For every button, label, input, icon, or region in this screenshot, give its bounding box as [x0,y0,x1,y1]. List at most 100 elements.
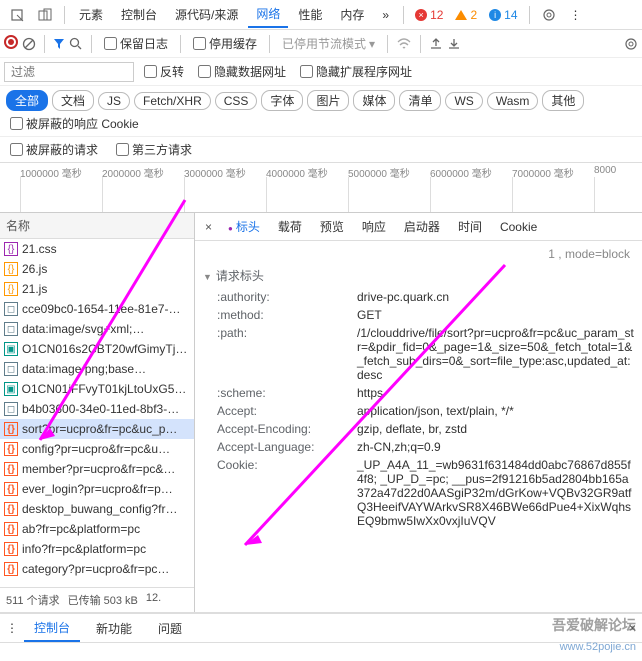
invert-filter[interactable]: 反转 [144,63,184,80]
timeline-tick: 6000000 毫秒 [430,165,492,180]
disable-cache-label: 停用缓存 [209,35,257,52]
blocked-requests[interactable]: 被屏蔽的请求 [10,141,98,158]
tab-network[interactable]: 网络 [248,1,288,28]
settings-icon[interactable] [536,4,562,26]
request-row[interactable]: {}info?fr=pc&platform=pc [0,539,194,559]
tab-performance[interactable]: 性能 [290,2,330,27]
header-row: Accept:application/json, text/plain, */* [195,402,642,420]
request-name: 21.js [22,282,47,296]
timeline[interactable]: 1000000 毫秒2000000 毫秒3000000 毫秒4000000 毫秒… [0,163,642,213]
upload-icon[interactable] [429,37,443,51]
record-button[interactable] [4,35,18,52]
request-row[interactable]: {} config?pr=ucpro&fr=pc&u… [0,439,194,459]
header-key: Cookie: [217,458,357,472]
device-icon[interactable] [32,4,58,26]
bottom-menu-icon[interactable]: ⋮ [6,621,18,635]
tab-sources[interactable]: 源代码/来源 [167,2,246,27]
tab-memory[interactable]: 内存 [332,2,372,27]
request-headers-section[interactable]: 请求标头 [195,263,642,288]
blocked-cookies[interactable]: 被屏蔽的响应 Cookie [10,115,139,132]
request-name: info?fr=pc&platform=pc [22,542,146,556]
request-name: O1CN01iFFvyT01kjLtoUxG5C… [22,382,190,396]
header-key: Accept-Language: [217,440,357,454]
filter-chip-JS[interactable]: JS [98,92,130,110]
clear-button[interactable] [22,37,36,51]
filter-chip-Wasm[interactable]: Wasm [487,92,539,110]
filter-chip-清单[interactable]: 清单 [399,90,441,111]
x-icon: {} [4,522,18,536]
x-icon: {} [4,442,18,456]
tab-cookies[interactable]: Cookie [492,216,545,238]
request-row[interactable]: {}ever_login?pr=ucpro&fr=p… [0,479,194,499]
bottom-tab-issues[interactable]: 问题 [148,616,192,641]
download-icon[interactable] [447,37,461,51]
name-column-header[interactable]: 名称 [0,213,194,239]
tab-response[interactable]: 响应 [354,214,394,239]
request-row[interactable]: {}21.css [0,239,194,259]
file-icon: ◻ [4,302,18,316]
wifi-icon[interactable] [396,37,412,51]
request-row[interactable]: ◻data:image/svg+xml;… [0,319,194,339]
request-row[interactable]: {}26.js [0,259,194,279]
request-name: config?pr=ucpro&fr=pc&u… [22,442,170,456]
inspect-icon[interactable] [4,4,30,26]
tab-elements[interactable]: 元素 [71,2,111,27]
hide-extension-urls[interactable]: 隐藏扩展程序网址 [300,63,412,80]
tab-initiator[interactable]: 启动器 [396,214,448,239]
request-row[interactable]: {}member?pr=ucpro&fr=pc&… [0,459,194,479]
disable-cache[interactable]: 停用缓存 [193,35,257,52]
menu-icon[interactable]: ⋮ [564,4,588,26]
filter-icon[interactable] [53,38,65,50]
filter-chip-Fetch/XHR[interactable]: Fetch/XHR [134,92,211,110]
third-party[interactable]: 第三方请求 [116,141,192,158]
warnings-badge[interactable]: 2 [452,7,480,23]
request-row[interactable]: {}category?pr=ucpro&fr=pc… [0,559,194,579]
errors-count: 12 [430,8,443,22]
request-row[interactable]: ◻ cce09bc0-1654-11ee-81e7-… [0,299,194,319]
filter-chip-图片[interactable]: 图片 [307,90,349,111]
filter-chip-全部[interactable]: 全部 [6,90,48,111]
request-row[interactable]: ▣O1CN01iFFvyT01kjLtoUxG5C… [0,379,194,399]
filter-chip-WS[interactable]: WS [445,92,482,110]
x-icon: {} [4,422,18,436]
request-row[interactable]: {}desktop_buwang_config?fr… [0,499,194,519]
tab-console[interactable]: 控制台 [113,2,165,27]
header-value: https [357,386,634,400]
watermark-url: www.52pojie.cn [560,641,636,653]
request-name: sort?pr=ucpro&fr=pc&uc_p… [22,422,177,436]
request-row[interactable]: ◻data:image/png;base… [0,359,194,379]
request-row[interactable]: ▣O1CN016s2CBT20wfGimyTj… [0,339,194,359]
filter-input[interactable] [4,62,134,82]
request-name: cce09bc0-1654-11ee-81e7-… [22,302,181,316]
request-row[interactable]: ◻b4b03600-34e0-11ed-8bf3-… [0,399,194,419]
request-row[interactable]: {} sort?pr=ucpro&fr=pc&uc_p… [0,419,194,439]
tab-headers[interactable]: 标头 [220,214,268,239]
request-row[interactable]: {}ab?fr=pc&platform=pc [0,519,194,539]
throttling-select[interactable]: 已停用节流模式 ▾ [282,35,375,52]
hide-data-urls[interactable]: 隐藏数据网址 [198,63,286,80]
panel-settings-icon[interactable] [624,37,638,51]
warnings-count: 2 [470,8,477,22]
preserve-log[interactable]: 保留日志 [104,35,168,52]
close-panel-icon[interactable]: × [199,220,218,234]
tab-preview[interactable]: 预览 [312,214,352,239]
filter-chip-媒体[interactable]: 媒体 [353,90,395,111]
request-row[interactable]: {} 21.js [0,279,194,299]
filter-chip-CSS[interactable]: CSS [215,92,258,110]
js-icon: {} [4,282,18,296]
filter-chip-其他[interactable]: 其他 [542,90,584,111]
bottom-tab-new[interactable]: 新功能 [86,616,142,641]
bottom-tab-console[interactable]: 控制台 [24,615,80,642]
file-icon: ◻ [4,362,18,376]
info-badge[interactable]: i14 [486,7,520,23]
x-icon: {} [4,482,18,496]
filter-chip-文档[interactable]: 文档 [52,90,94,111]
header-row: :scheme:https [195,384,642,402]
header-row: :method:GET [195,306,642,324]
filter-chip-字体[interactable]: 字体 [261,90,303,111]
tab-payload[interactable]: 载荷 [270,214,310,239]
search-icon[interactable] [69,37,83,51]
tab-more[interactable]: » [374,4,397,26]
tab-timing[interactable]: 时间 [450,214,490,239]
errors-badge[interactable]: ×12 [412,7,446,23]
